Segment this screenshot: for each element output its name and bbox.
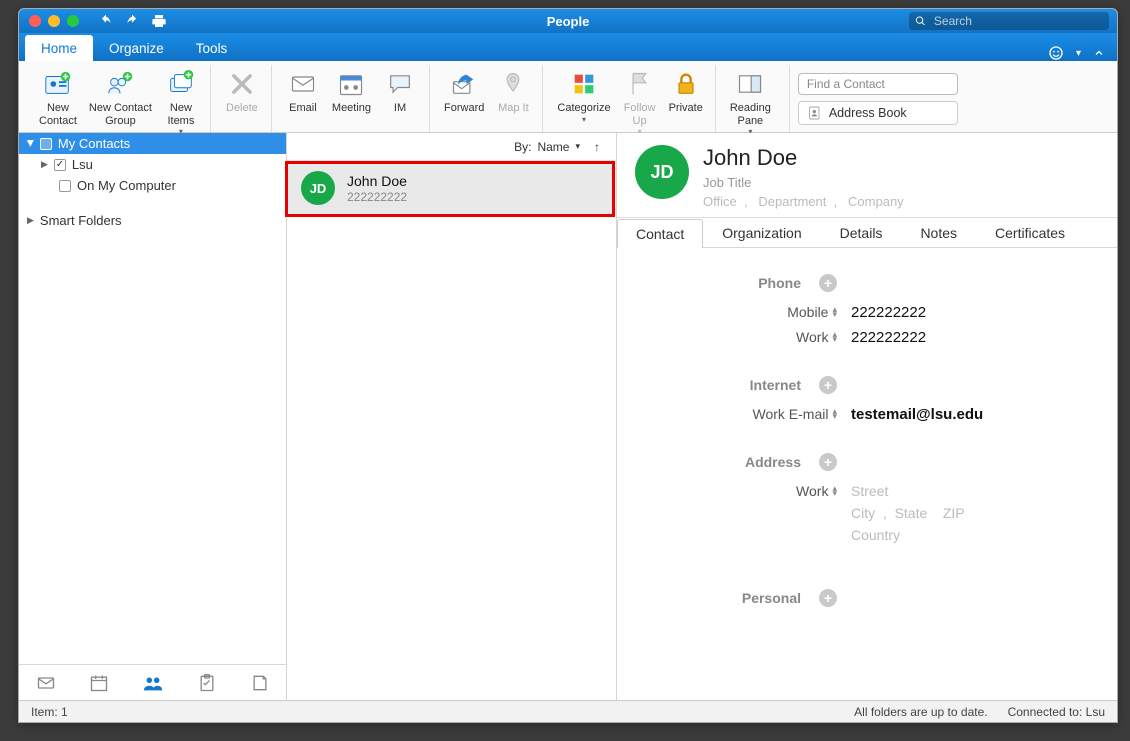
- private-button[interactable]: Private: [663, 65, 709, 117]
- checkbox-icon[interactable]: [40, 138, 52, 150]
- country-field[interactable]: Country: [851, 527, 965, 543]
- tab-notes[interactable]: Notes: [901, 218, 976, 247]
- zoom-window-icon[interactable]: [67, 15, 79, 27]
- new-contact-group-button[interactable]: New Contact Group: [83, 65, 158, 129]
- add-internet-icon[interactable]: +: [819, 376, 837, 394]
- chevron-down-icon[interactable]: ▾: [1076, 48, 1081, 59]
- status-item-count: Item: 1: [31, 705, 68, 719]
- company-field[interactable]: Company: [848, 194, 904, 209]
- forward-button[interactable]: Forward: [438, 65, 490, 117]
- status-bar: Item: 1 All folders are up to date. Conn…: [19, 700, 1117, 722]
- nav-mail-icon[interactable]: [26, 667, 66, 699]
- new-contact-button[interactable]: New Contact: [33, 65, 83, 129]
- nav-tasks-icon[interactable]: [187, 667, 227, 699]
- avatar: JD: [635, 145, 689, 199]
- stepper-icon[interactable]: ▴▾: [832, 409, 837, 420]
- mobile-phone-value[interactable]: 222222222: [851, 304, 926, 321]
- status-folders: All folders are up to date.: [854, 705, 987, 719]
- avatar: JD: [301, 171, 335, 205]
- status-connection: Connected to: Lsu: [1008, 705, 1105, 719]
- reading-pane-button[interactable]: Reading Pane▾: [724, 65, 777, 138]
- outlook-window: People Home Organize Tools ▾ New Contact…: [18, 8, 1118, 723]
- list-item-name: John Doe: [347, 173, 407, 189]
- sidebar: ▶ My Contacts ▶ Lsu On My Computer ▶ Sma…: [19, 133, 287, 700]
- tab-details[interactable]: Details: [821, 218, 902, 247]
- add-personal-icon[interactable]: +: [819, 589, 837, 607]
- ribbon: New Contact New Contact Group New Items …: [19, 61, 1117, 133]
- minimize-window-icon[interactable]: [48, 15, 60, 27]
- tab-home[interactable]: Home: [25, 35, 93, 61]
- window-controls: [19, 15, 89, 27]
- list-item-sub: 222222222: [347, 190, 407, 204]
- new-items-button[interactable]: New Items ▾: [158, 65, 204, 138]
- delete-button: Delete: [219, 65, 265, 117]
- search-input[interactable]: [932, 13, 1103, 29]
- stepper-icon[interactable]: ▴▾: [832, 332, 837, 343]
- office-field[interactable]: Office: [703, 194, 737, 209]
- city-field[interactable]: City: [851, 505, 875, 521]
- street-field[interactable]: Street: [851, 483, 965, 499]
- address-book-button[interactable]: Address Book: [798, 101, 958, 125]
- close-window-icon[interactable]: [29, 15, 41, 27]
- chevron-down-icon: ▶: [25, 140, 36, 147]
- contact-list-pane: By: Name ▾ ↑ JD John Doe 222222222: [287, 133, 617, 700]
- nav-switcher: [19, 664, 286, 700]
- chevron-right-icon: ▶: [41, 159, 48, 170]
- stepper-icon[interactable]: ▴▾: [832, 307, 837, 318]
- tab-organize[interactable]: Organize: [93, 35, 180, 61]
- email-button[interactable]: Email: [280, 65, 326, 117]
- nav-calendar-icon[interactable]: [79, 667, 119, 699]
- sidebar-folder-my-contacts[interactable]: ▶ My Contacts: [19, 133, 286, 154]
- redo-icon[interactable]: [125, 14, 139, 28]
- job-title-field[interactable]: Job Title: [703, 175, 904, 190]
- sidebar-folder-smart-folders[interactable]: ▶ Smart Folders: [19, 210, 286, 231]
- map-it-button: Map It: [490, 65, 536, 117]
- undo-icon[interactable]: [99, 14, 113, 28]
- checkbox-icon[interactable]: [59, 180, 71, 192]
- stepper-icon[interactable]: ▴▾: [832, 486, 837, 497]
- detail-tabs: Contact Organization Details Notes Certi…: [617, 218, 1117, 248]
- chevron-right-icon: ▶: [27, 215, 34, 226]
- print-icon[interactable]: [151, 13, 167, 29]
- tab-contact[interactable]: Contact: [617, 219, 703, 248]
- tab-certificates[interactable]: Certificates: [976, 218, 1084, 247]
- tab-organization[interactable]: Organization: [703, 218, 820, 247]
- tab-tools[interactable]: Tools: [180, 35, 244, 61]
- zip-field[interactable]: ZIP: [943, 505, 965, 521]
- add-address-icon[interactable]: +: [819, 453, 837, 471]
- sort-asc-icon[interactable]: ↑: [594, 140, 600, 154]
- checkbox-checked-icon[interactable]: [54, 159, 66, 171]
- main: ▶ My Contacts ▶ Lsu On My Computer ▶ Sma…: [19, 133, 1117, 700]
- list-item[interactable]: JD John Doe 222222222: [287, 161, 616, 216]
- collapse-ribbon-icon[interactable]: [1093, 47, 1105, 59]
- state-field[interactable]: State: [895, 505, 928, 521]
- contact-detail-pane: JD John Doe Job Title Office , Departmen…: [617, 133, 1117, 700]
- emoji-icon[interactable]: [1048, 45, 1064, 61]
- im-button[interactable]: IM: [377, 65, 423, 117]
- add-phone-icon[interactable]: +: [819, 274, 837, 292]
- meeting-button[interactable]: Meeting: [326, 65, 377, 117]
- nav-notes-icon[interactable]: [240, 667, 280, 699]
- quick-access: [99, 13, 167, 29]
- global-search[interactable]: [909, 12, 1109, 30]
- nav-people-icon[interactable]: [132, 666, 174, 700]
- sidebar-item-lsu[interactable]: ▶ Lsu: [19, 154, 286, 175]
- department-field[interactable]: Department: [758, 194, 826, 209]
- ribbon-tabs: Home Organize Tools ▾: [19, 33, 1117, 61]
- titlebar: People: [19, 9, 1117, 33]
- work-phone-value[interactable]: 222222222: [851, 329, 926, 346]
- categorize-button[interactable]: Categorize▾: [551, 65, 616, 126]
- list-sort-header[interactable]: By: Name ▾ ↑: [287, 133, 616, 161]
- find-contact-input[interactable]: [798, 73, 958, 95]
- work-email-value[interactable]: testemail@lsu.edu: [851, 406, 983, 423]
- search-icon: [915, 15, 926, 27]
- chevron-down-icon: ▾: [575, 141, 580, 152]
- contact-name[interactable]: John Doe: [703, 145, 904, 171]
- sidebar-item-on-my-computer[interactable]: On My Computer: [19, 175, 286, 196]
- contact-header: JD John Doe Job Title Office , Departmen…: [617, 133, 1117, 218]
- follow-up-button: Follow Up▾: [617, 65, 663, 138]
